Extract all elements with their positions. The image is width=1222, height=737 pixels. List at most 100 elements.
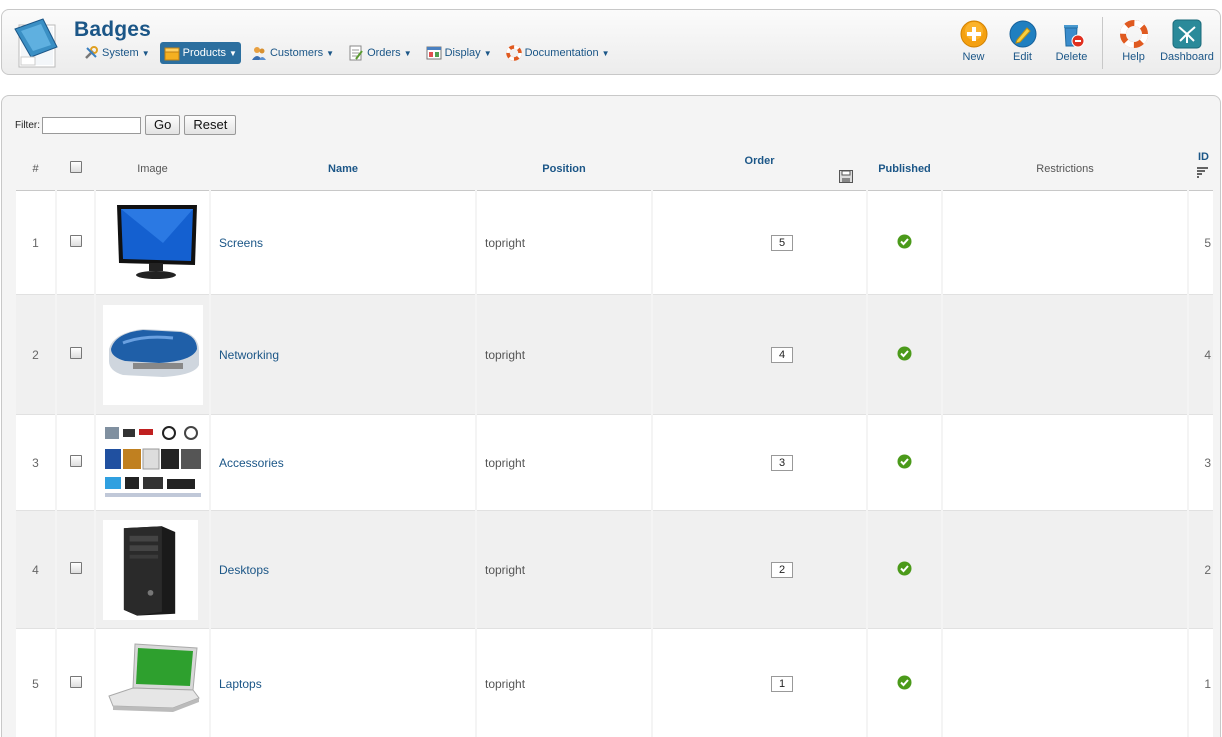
table-row: 4 Desktops topright 2 2 [16,511,1213,629]
published-check-icon[interactable] [897,346,912,361]
row-position: topright [477,295,651,415]
badge-name-link[interactable]: Accessories [219,456,284,470]
badge-name-link[interactable]: Desktops [219,563,269,577]
lifebuoy-icon [1119,20,1148,48]
reset-button[interactable]: Reset [184,115,237,135]
lifebuoy-icon [505,45,522,61]
menu-customers[interactable]: Customers ▼ [247,42,338,64]
monitor-image [103,192,203,293]
chevron-down-icon: ▼ [326,48,335,58]
dashboard-button[interactable]: Dashboard [1158,13,1216,73]
row-position: topright [477,415,651,511]
display-icon [426,46,442,60]
row-number: 1 [16,191,55,295]
row-number: 4 [16,511,55,629]
row-restrictions [943,295,1187,415]
order-input[interactable]: 2 [771,561,793,578]
toolbar: New Edit Delete Help Dashboard [949,13,1216,73]
row-order-cell: 2 [653,511,866,629]
published-check-icon[interactable] [897,454,912,469]
menu-documentation[interactable]: Documentation ▼ [502,42,614,64]
published-check-icon[interactable] [897,675,912,690]
new-button[interactable]: New [949,13,998,73]
column-header-name[interactable]: Name [211,147,475,191]
row-id: 1 [1189,629,1213,737]
badge-name-link[interactable]: Laptops [219,677,262,691]
delete-button[interactable]: Delete [1047,13,1096,73]
column-header-order[interactable]: Order [653,147,866,191]
new-label: New [962,51,985,63]
row-published-cell [868,295,941,415]
menu-products-label: Products [182,47,227,59]
row-name-cell: Accessories [211,415,475,511]
published-check-icon[interactable] [897,234,912,249]
published-check-icon[interactable] [897,561,912,576]
row-number: 3 [16,415,55,511]
row-order-cell: 4 [653,295,866,415]
menu-system[interactable]: System ▼ [79,42,154,64]
column-header-num: # [16,147,55,191]
menu-documentation-label: Documentation [524,47,599,59]
filter-label: Filter: [15,119,40,131]
menu-products[interactable]: Products ▼ [159,42,241,64]
row-checkbox[interactable] [69,235,82,247]
column-header-restrictions: Restrictions [943,147,1187,191]
pencil-icon [1009,20,1036,48]
save-order-icon[interactable] [839,170,853,183]
order-input[interactable]: 3 [771,454,793,471]
column-header-published[interactable]: Published [868,147,941,191]
row-number: 2 [16,295,55,415]
row-restrictions [943,511,1187,629]
row-name-cell: Screens [211,191,475,295]
select-all-checkbox[interactable] [69,161,82,173]
table-row: 3 Accessories topright 3 3 [16,415,1213,511]
help-button[interactable]: Help [1109,13,1158,73]
row-restrictions [943,629,1187,737]
sort-desc-icon [1197,167,1208,178]
row-id: 3 [1189,415,1213,511]
accessories-image [103,422,203,503]
chevron-down-icon: ▼ [403,48,412,58]
row-id: 2 [1189,511,1213,629]
row-order-cell: 3 [653,415,866,511]
edit-label: Edit [1013,51,1032,63]
row-image-cell [96,191,209,295]
row-position: topright [477,629,651,737]
header-bar: Badges System ▼ Products ▼ Customers ▼ O… [1,9,1221,75]
row-check-cell [57,295,94,415]
menu-display[interactable]: Display ▼ [422,42,496,64]
filter-input[interactable] [42,116,141,134]
order-input[interactable]: 5 [771,234,793,251]
table-row: 1 Screens topright 5 5 [16,191,1213,295]
menu-orders[interactable]: Orders ▼ [344,42,416,64]
chevron-down-icon: ▼ [229,48,237,58]
order-input[interactable]: 1 [771,675,793,692]
menu-customers-label: Customers [269,47,324,59]
column-header-check [57,147,94,191]
order-input[interactable]: 4 [771,346,793,363]
column-header-id[interactable]: ID [1189,147,1213,191]
badge-name-link[interactable]: Screens [219,236,263,250]
row-order-cell: 5 [653,191,866,295]
tools-icon [85,46,98,59]
column-header-position[interactable]: Position [477,147,651,191]
dashboard-label: Dashboard [1160,51,1214,63]
users-icon [251,47,266,60]
row-checkbox[interactable] [69,676,82,688]
row-checkbox[interactable] [69,347,82,359]
badge-name-link[interactable]: Networking [219,348,279,362]
row-checkbox[interactable] [69,562,82,574]
row-checkbox[interactable] [69,455,82,467]
row-image-cell [96,295,209,415]
table-row: 2 Networking topright 4 4 [16,295,1213,415]
edit-button[interactable]: Edit [998,13,1047,73]
go-button[interactable]: Go [145,115,181,135]
row-check-cell [57,629,94,737]
row-check-cell [57,415,94,511]
dashboard-icon [1172,19,1202,49]
id-header-label: ID [1198,151,1209,163]
badges-table: # Image Name Position Order Published Re… [14,147,1215,737]
filter-bar: Filter: Go Reset [15,115,237,135]
table-header-row: # Image Name Position Order Published Re… [16,147,1213,191]
column-header-image: Image [96,147,209,191]
